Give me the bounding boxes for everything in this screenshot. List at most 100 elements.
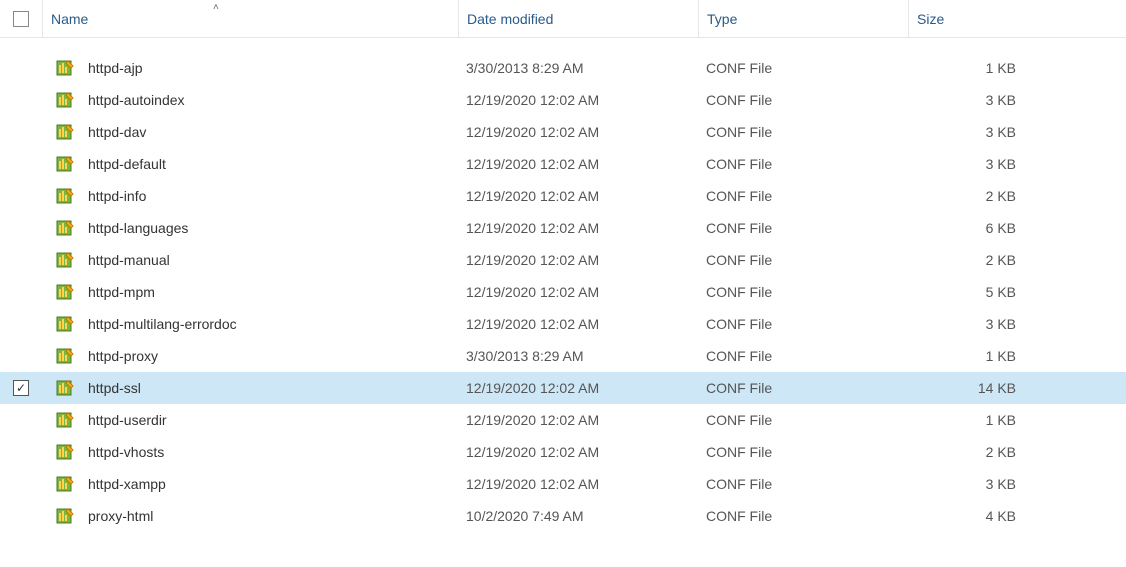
conf-file-icon: [56, 315, 74, 333]
file-type-cell: CONF File: [698, 316, 908, 332]
sort-ascending-icon: ˄: [213, 2, 219, 13]
file-name-label: httpd-info: [88, 188, 146, 204]
file-name-label: httpd-userdir: [88, 412, 167, 428]
file-row[interactable]: httpd-ajp 3/30/2013 8:29 AMCONF File1 KB: [0, 52, 1126, 84]
file-row[interactable]: httpd-xampp12/19/2020 12:02 AMCONF File3…: [0, 468, 1126, 500]
file-row[interactable]: httpd-userdir12/19/2020 12:02 AMCONF Fil…: [0, 404, 1126, 436]
file-date-cell: 12/19/2020 12:02 AM: [458, 220, 698, 236]
file-type-cell: CONF File: [698, 412, 908, 428]
file-name-label: httpd-manual: [88, 252, 170, 268]
column-header-type[interactable]: Type: [698, 0, 908, 37]
file-name-cell[interactable]: httpd-userdir: [42, 411, 458, 429]
file-row[interactable]: ✓httpd-ssl12/19/2020 12:02 AMCONF File14…: [0, 372, 1126, 404]
file-size-cell: 1 KB: [908, 60, 1038, 76]
file-date-cell: 12/19/2020 12:02 AM: [458, 92, 698, 108]
file-date-cell: 12/19/2020 12:02 AM: [458, 188, 698, 204]
file-name-label: httpd-languages: [88, 220, 188, 236]
file-row[interactable]: httpd-proxy3/30/2013 8:29 AMCONF File1 K…: [0, 340, 1126, 372]
file-size-cell: 3 KB: [908, 124, 1038, 140]
column-header-name[interactable]: Name ˄: [42, 0, 458, 37]
file-row[interactable]: httpd-info12/19/2020 12:02 AMCONF File2 …: [0, 180, 1126, 212]
column-header-date-label: Date modified: [467, 11, 553, 27]
file-size-cell: 2 KB: [908, 188, 1038, 204]
file-type-cell: CONF File: [698, 156, 908, 172]
file-size-cell: 3 KB: [908, 316, 1038, 332]
file-date-cell: 12/19/2020 12:02 AM: [458, 476, 698, 492]
file-name-label: httpd-ajp: [88, 60, 142, 76]
file-name-cell[interactable]: httpd-default: [42, 155, 458, 173]
conf-file-icon: [56, 187, 74, 205]
conf-file-icon: [56, 507, 74, 525]
column-header-name-label: Name: [51, 11, 88, 27]
conf-file-icon: [56, 123, 74, 141]
file-name-label: httpd-mpm: [88, 284, 155, 300]
conf-file-icon: [56, 59, 74, 77]
conf-file-icon: [56, 91, 74, 109]
conf-file-icon: [56, 443, 74, 461]
column-header-date[interactable]: Date modified: [458, 0, 698, 37]
file-row[interactable]: httpd-default12/19/2020 12:02 AMCONF Fil…: [0, 148, 1126, 180]
file-name-label: proxy-html: [88, 508, 153, 524]
row-checkbox-cell[interactable]: ✓: [0, 380, 42, 396]
file-type-cell: CONF File: [698, 444, 908, 460]
column-header-size[interactable]: Size: [908, 0, 1038, 37]
file-size-cell: 1 KB: [908, 348, 1038, 364]
file-name-label: httpd-autoindex: [88, 92, 185, 108]
file-name-cell[interactable]: httpd-vhosts: [42, 443, 458, 461]
column-header-type-label: Type: [707, 11, 737, 27]
file-date-cell: 3/30/2013 8:29 AM: [458, 60, 698, 76]
conf-file-icon: [56, 475, 74, 493]
file-row[interactable]: httpd-autoindex 12/19/2020 12:02 AMCONF F…: [0, 84, 1126, 116]
conf-file-icon: [56, 411, 74, 429]
file-size-cell: 3 KB: [908, 92, 1038, 108]
file-name-label: httpd-vhosts: [88, 444, 164, 460]
file-type-cell: CONF File: [698, 60, 908, 76]
file-date-cell: 12/19/2020 12:02 AM: [458, 444, 698, 460]
file-size-cell: 14 KB: [908, 380, 1038, 396]
file-row[interactable]: httpd-dav12/19/2020 12:02 AMCONF File3 K…: [0, 116, 1126, 148]
file-size-cell: 3 KB: [908, 156, 1038, 172]
file-name-cell[interactable]: httpd-languages: [42, 219, 458, 237]
file-size-cell: 6 KB: [908, 220, 1038, 236]
file-row[interactable]: httpd-vhosts 12/19/2020 12:02 AMCONF File…: [0, 436, 1126, 468]
file-name-cell[interactable]: httpd-dav: [42, 123, 458, 141]
file-type-cell: CONF File: [698, 252, 908, 268]
file-type-cell: CONF File: [698, 220, 908, 236]
file-name-label: httpd-default: [88, 156, 166, 172]
file-name-cell[interactable]: httpd-xampp: [42, 475, 458, 493]
file-name-cell[interactable]: httpd-ssl: [42, 379, 458, 397]
file-row[interactable]: httpd-multilang-errordoc12/19/2020 12:02…: [0, 308, 1126, 340]
file-date-cell: 10/2/2020 7:49 AM: [458, 508, 698, 524]
select-all-cell[interactable]: [0, 11, 42, 27]
file-size-cell: 2 KB: [908, 444, 1038, 460]
file-name-label: httpd-multilang-errordoc: [88, 316, 237, 332]
file-row[interactable]: proxy-html 10/2/2020 7:49 AMCONF File4 KB: [0, 500, 1126, 532]
file-name-label: httpd-dav: [88, 124, 146, 140]
file-row[interactable]: httpd-languages 12/19/2020 12:02 AMCONF F…: [0, 212, 1126, 244]
row-checkbox[interactable]: ✓: [13, 380, 29, 396]
file-name-cell[interactable]: httpd-multilang-errordoc: [42, 315, 458, 333]
file-row[interactable]: httpd-mpm12/19/2020 12:02 AMCONF File5 K…: [0, 276, 1126, 308]
file-name-cell[interactable]: httpd-mpm: [42, 283, 458, 301]
file-size-cell: 1 KB: [908, 412, 1038, 428]
file-name-label: httpd-proxy: [88, 348, 158, 364]
select-all-checkbox[interactable]: [13, 11, 29, 27]
conf-file-icon: [56, 219, 74, 237]
file-name-cell[interactable]: httpd-proxy: [42, 347, 458, 365]
file-type-cell: CONF File: [698, 92, 908, 108]
file-date-cell: 12/19/2020 12:02 AM: [458, 380, 698, 396]
file-name-cell[interactable]: httpd-info: [42, 187, 458, 205]
file-name-cell[interactable]: proxy-html: [42, 507, 458, 525]
file-type-cell: CONF File: [698, 508, 908, 524]
conf-file-icon: [56, 379, 74, 397]
file-size-cell: 3 KB: [908, 476, 1038, 492]
file-list: Name ˄ Date modified Type Size httpd-ajp…: [0, 0, 1126, 532]
file-row[interactable]: httpd-manual12/19/2020 12:02 AMCONF File…: [0, 244, 1126, 276]
file-size-cell: 4 KB: [908, 508, 1038, 524]
file-type-cell: CONF File: [698, 124, 908, 140]
file-name-cell[interactable]: httpd-autoindex: [42, 91, 458, 109]
file-size-cell: 2 KB: [908, 252, 1038, 268]
file-name-cell[interactable]: httpd-manual: [42, 251, 458, 269]
conf-file-icon: [56, 347, 74, 365]
file-name-cell[interactable]: httpd-ajp: [42, 59, 458, 77]
